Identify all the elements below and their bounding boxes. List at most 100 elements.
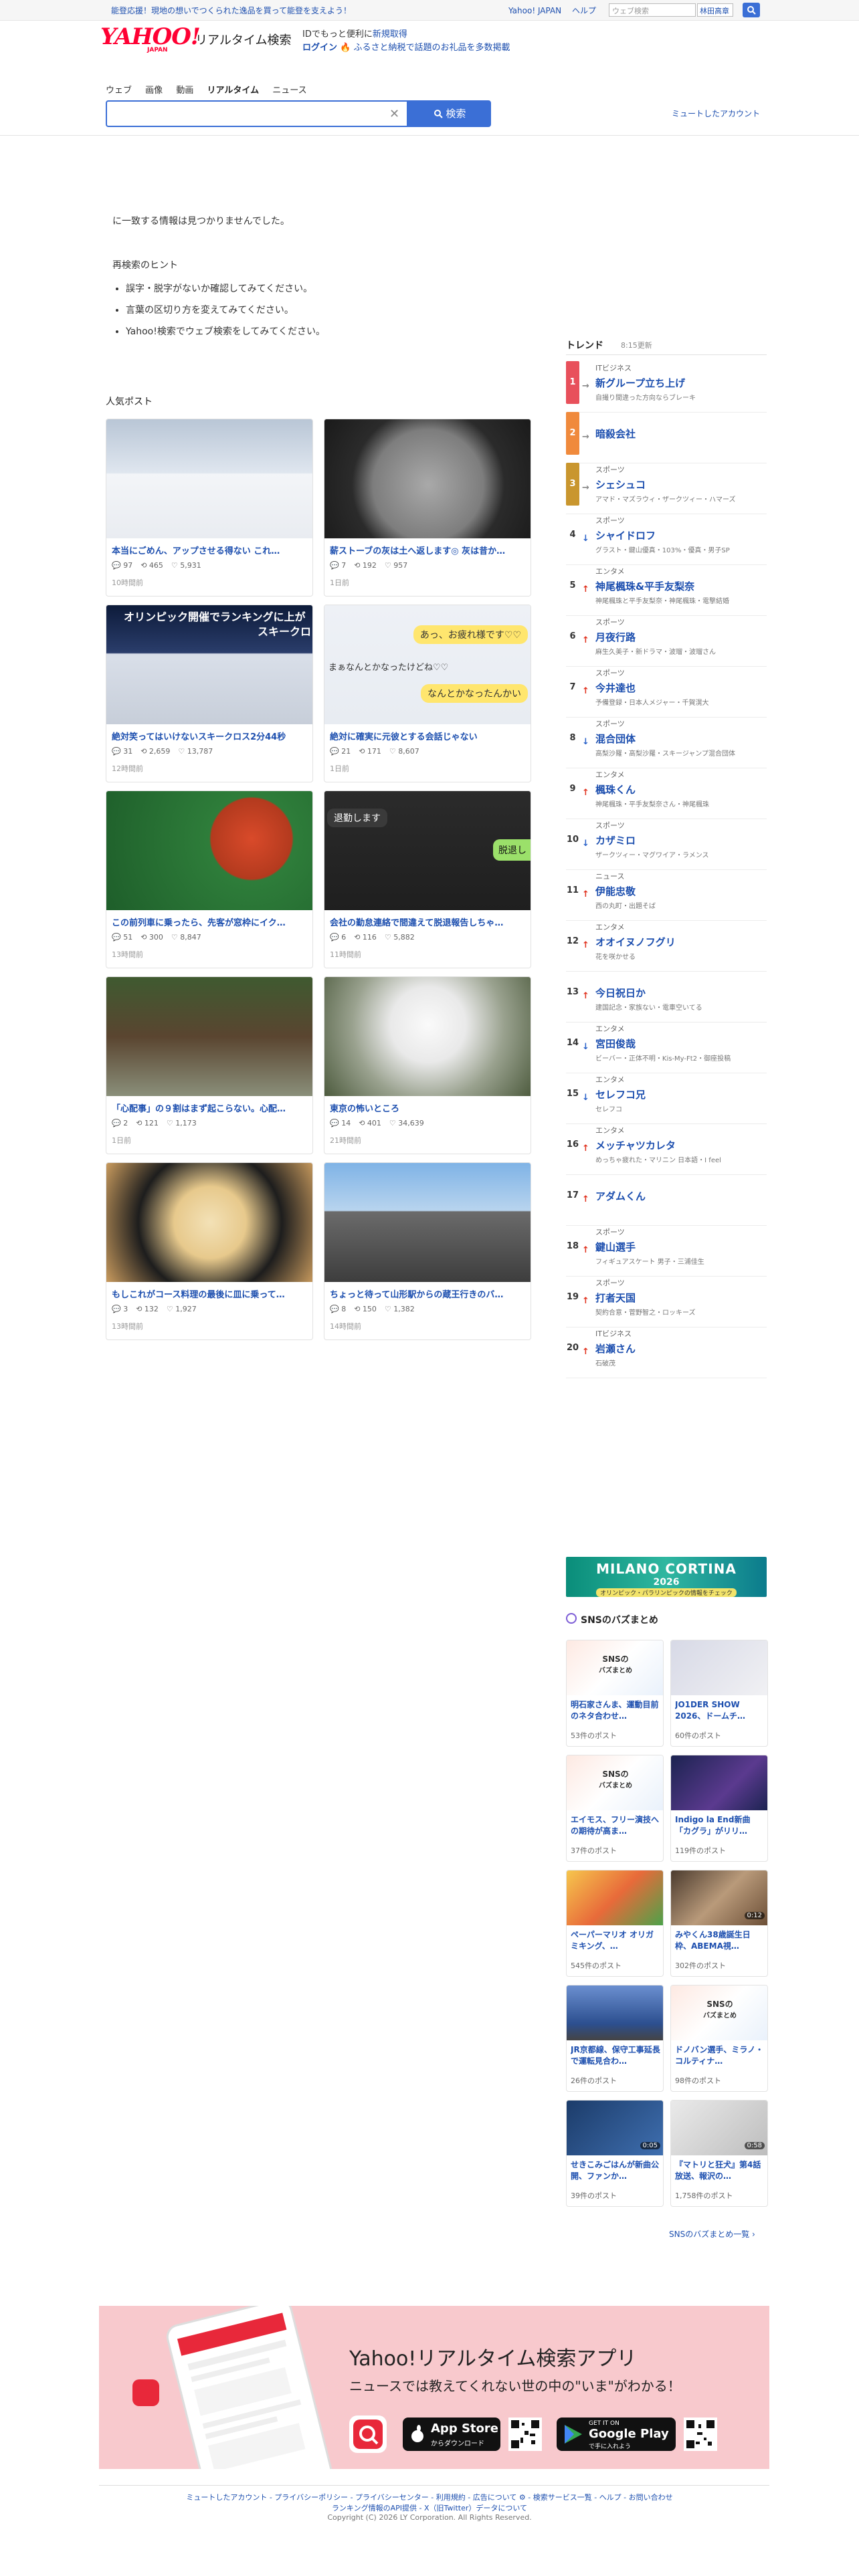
- yahoo-japan-link[interactable]: Yahoo! JAPAN: [508, 6, 561, 15]
- like-icon[interactable]: ♡ 1,382: [385, 1305, 415, 1313]
- google-play-button[interactable]: GET IT ON Google Play で手に入れよう: [557, 2418, 676, 2451]
- reply-icon[interactable]: 💬 2: [112, 1119, 128, 1128]
- web-search-input[interactable]: ウェブ検索: [609, 3, 696, 17]
- trend-name[interactable]: メッチャツカレタ: [595, 1138, 676, 1152]
- trend-name[interactable]: 新グループ立ち上げ: [595, 376, 685, 390]
- post-title[interactable]: ちょっと待って山形駅からの蔵王行きのバ…: [330, 1287, 527, 1300]
- sns-buzz-title[interactable]: JO1DER SHOW 2026、ドームチ…: [675, 1699, 765, 1723]
- trend-item[interactable]: 16 ↑ エンタメ メッチャツカレタ めっちゃ疲れた・マリニン 日本語・I feel: [566, 1123, 767, 1175]
- post-card[interactable]: 本当にごめん、アップさせる得ない これ… 💬 97 ⟲ 465 ♡ 5,931 10時間…: [106, 419, 313, 597]
- help-link[interactable]: ヘルプ: [572, 6, 596, 15]
- trend-name[interactable]: カザミロ: [595, 833, 636, 847]
- footer-links[interactable]: ミュートしたアカウント - プライバシーポリシー - プライバシーセンター - …: [0, 2492, 859, 2502]
- repost-icon[interactable]: ⟲ 132: [136, 1305, 159, 1313]
- post-image[interactable]: [324, 1163, 531, 1282]
- repost-icon[interactable]: ⟲ 2,659: [140, 747, 170, 756]
- repost-icon[interactable]: ⟲ 401: [359, 1119, 381, 1128]
- post-image[interactable]: [106, 419, 312, 538]
- trend-name[interactable]: 楓珠くん: [595, 782, 636, 796]
- tab-news[interactable]: ニュース: [272, 86, 306, 96]
- repost-icon[interactable]: ⟲ 300: [140, 933, 163, 942]
- sns-buzz-card[interactable]: JO1DER SHOW 2026、ドームチ… 60件のポスト: [670, 1640, 768, 1747]
- post-card[interactable]: 「心配事」の９割はまず起こらない。心配… 💬 2 ⟲ 121 ♡ 1,173 1日前: [106, 976, 313, 1154]
- sns-buzz-card[interactable]: SNSの バズまとめ エイモス、フリー演技への期待が高ま… 37件のポスト: [566, 1755, 664, 1862]
- repost-icon[interactable]: ⟲ 121: [136, 1119, 159, 1128]
- post-title[interactable]: この前列車に乗ったら、先客が窓枠にイク…: [112, 916, 308, 928]
- trend-item[interactable]: 15 ↓ エンタメ セレフコ兄 セレフコ: [566, 1073, 767, 1124]
- post-title[interactable]: 絶対笑ってはいけないスキークロス2分44秒: [112, 730, 308, 742]
- muted-accounts-link[interactable]: ミュートしたアカウント: [672, 108, 760, 119]
- reply-icon[interactable]: 💬 7: [330, 561, 346, 570]
- reply-icon[interactable]: 💬 8: [330, 1305, 346, 1313]
- post-card[interactable]: この前列車に乗ったら、先客が窓枠にイク… 💬 51 ⟲ 300 ♡ 8,847 13時間…: [106, 790, 313, 968]
- post-title[interactable]: 絶対に確実に元彼とする会話じゃない: [330, 730, 527, 742]
- trend-name[interactable]: シェシュコ: [595, 477, 646, 492]
- trend-item[interactable]: 19 ↑ スポーツ 打者天国 契約合意・菅野智之・ロッキーズ: [566, 1276, 767, 1327]
- trend-name[interactable]: 鍵山選手: [595, 1240, 636, 1254]
- milano-cortina-banner[interactable]: MILANO CORTINA 2026 オリンピック・パラリンピックの情報をチェ…: [566, 1557, 767, 1597]
- repost-icon[interactable]: ⟲ 171: [359, 747, 381, 756]
- sns-buzz-more-link[interactable]: SNSのバズまとめ一覧 ›: [669, 2228, 755, 2240]
- sns-buzz-card[interactable]: 0:58 『マトリと狂犬』第4話放送、報沢の… 1,758件のポスト: [670, 2100, 768, 2207]
- tab-images[interactable]: 画像: [145, 86, 163, 96]
- trend-item[interactable]: 12 ↑ エンタメ オオイヌノフグリ 花を咲かせる: [566, 920, 767, 972]
- post-card[interactable]: もしこれがコース料理の最後に皿に乗って… 💬 3 ⟲ 132 ♡ 1,927 13時間前: [106, 1162, 313, 1340]
- search-button[interactable]: 検索: [408, 100, 491, 127]
- reply-icon[interactable]: 💬 97: [112, 561, 132, 570]
- post-card[interactable]: 退勤します 脱退し 会社の勤怠連絡で間違えて脱退報告しちゃ… 💬 6 ⟲ 116 ♡ 5,…: [324, 790, 531, 968]
- signup-link[interactable]: 新規取得: [373, 29, 407, 39]
- app-store-button[interactable]: App Store からダウンロード: [403, 2418, 500, 2451]
- sns-buzz-card[interactable]: 0:12 みやくん38歳誕生日枠、ABEMA視… 302件のポスト: [670, 1870, 768, 1977]
- sns-buzz-title[interactable]: Indigo la End新曲「カグラ」がリリ…: [675, 1814, 765, 1838]
- trend-name[interactable]: 打者天国: [595, 1291, 636, 1305]
- trend-name[interactable]: 暗殺会社: [595, 427, 636, 441]
- trend-item[interactable]: 7 ↑ スポーツ 今井達也 予備登録・日本人メジャー・千賀滉大: [566, 666, 767, 718]
- post-card[interactable]: 薪ストーブの灰は土へ返します◎ 灰は昔か… 💬 7 ⟲ 192 ♡ 957 1日前: [324, 419, 531, 597]
- reply-icon[interactable]: 💬 14: [330, 1119, 351, 1128]
- repost-icon[interactable]: ⟲ 116: [354, 933, 377, 942]
- like-icon[interactable]: ♡ 5,931: [171, 561, 201, 570]
- reply-icon[interactable]: 💬 3: [112, 1305, 128, 1313]
- trend-name[interactable]: 混合団体: [595, 732, 636, 746]
- trend-name[interactable]: 月夜行路: [595, 630, 636, 644]
- sns-buzz-card[interactable]: JR京都線、保守工事延長で運転見合わ… 26件のポスト: [566, 1985, 664, 2092]
- sns-buzz-card[interactable]: Indigo la End新曲「カグラ」がリリ… 119件のポスト: [670, 1755, 768, 1862]
- reply-icon[interactable]: 💬 21: [330, 747, 351, 756]
- post-card[interactable]: 東京の怖いところ 💬 14 ⟲ 401 ♡ 34,639 21時間前: [324, 976, 531, 1154]
- post-card[interactable]: あっ、お疲れ様です♡♡ まぁなんとかなったけどね♡♡ なんとかなったんかい絶対に確実…: [324, 605, 531, 782]
- repost-icon[interactable]: ⟲ 465: [140, 561, 163, 570]
- trend-item[interactable]: 13 ↑ 今日祝日か 建国記念・家族ない・電車空いてる: [566, 971, 767, 1023]
- like-icon[interactable]: ♡ 13,787: [178, 747, 213, 756]
- trend-name[interactable]: 伊能忠敬: [595, 884, 636, 898]
- trend-item[interactable]: 11 ↑ ニュース 伊能忠敬 西の丸町・出題そば: [566, 869, 767, 921]
- sns-buzz-image[interactable]: [567, 1870, 663, 1925]
- sns-buzz-title[interactable]: ペーパーマリオ オリガミキング、…: [571, 1929, 660, 1953]
- repost-icon[interactable]: ⟲ 192: [354, 561, 377, 570]
- post-image[interactable]: 退勤します 脱退し: [324, 791, 531, 910]
- post-image[interactable]: オリンピック開催でランキングに上が スキークロ: [106, 605, 312, 724]
- sns-buzz-title[interactable]: 『マトリと狂犬』第4話放送、報沢の…: [675, 2159, 765, 2183]
- trend-item[interactable]: 5 ↑ エンタメ 神尾楓珠&平手友梨奈 神尾楓珠と平手友梨奈・神尾楓珠・電撃結婚: [566, 564, 767, 616]
- sns-buzz-card[interactable]: SNSの バズまとめ ドノバン選手、ミラノ・コルティナ… 98件のポスト: [670, 1985, 768, 2092]
- like-icon[interactable]: ♡ 34,639: [389, 1119, 424, 1128]
- like-icon[interactable]: ♡ 8,847: [171, 933, 201, 942]
- post-image[interactable]: あっ、お疲れ様です♡♡ まぁなんとかなったけどね♡♡ なんとかなったんかい: [324, 605, 531, 724]
- post-image[interactable]: [106, 1163, 312, 1282]
- sns-buzz-title[interactable]: せきこみごはんが新曲公開、ファンか…: [571, 2159, 660, 2183]
- post-title[interactable]: 薪ストーブの灰は土へ返します◎ 灰は昔か…: [330, 544, 527, 556]
- reply-icon[interactable]: 💬 6: [330, 933, 346, 942]
- trend-name[interactable]: アダムくん: [595, 1189, 646, 1203]
- trend-name[interactable]: オオイヌノフグリ: [595, 935, 676, 949]
- post-image[interactable]: [106, 977, 312, 1096]
- trend-item[interactable]: 9 ↑ エンタメ 楓珠くん 神尾楓珠・平手友梨奈さん・神尾楓珠: [566, 768, 767, 819]
- like-icon[interactable]: ♡ 1,927: [167, 1305, 197, 1313]
- search-icon[interactable]: [743, 3, 760, 17]
- like-icon[interactable]: ♡ 957: [385, 561, 407, 570]
- sns-buzz-title[interactable]: 明石家さんま、運動目前のネタ合わせ…: [571, 1699, 660, 1723]
- post-title[interactable]: 「心配事」の９割はまず起こらない。心配…: [112, 1101, 308, 1114]
- post-title[interactable]: 会社の勤怠連絡で間違えて脱退報告しちゃ…: [330, 916, 527, 928]
- trend-item[interactable]: 8 ↓ スポーツ 混合団体 高梨沙羅・高梨沙羅・スキージャンプ混合団体: [566, 717, 767, 768]
- like-icon[interactable]: ♡ 1,173: [167, 1119, 197, 1128]
- clear-icon[interactable]: ✕: [389, 107, 399, 121]
- like-icon[interactable]: ♡ 8,607: [389, 747, 419, 756]
